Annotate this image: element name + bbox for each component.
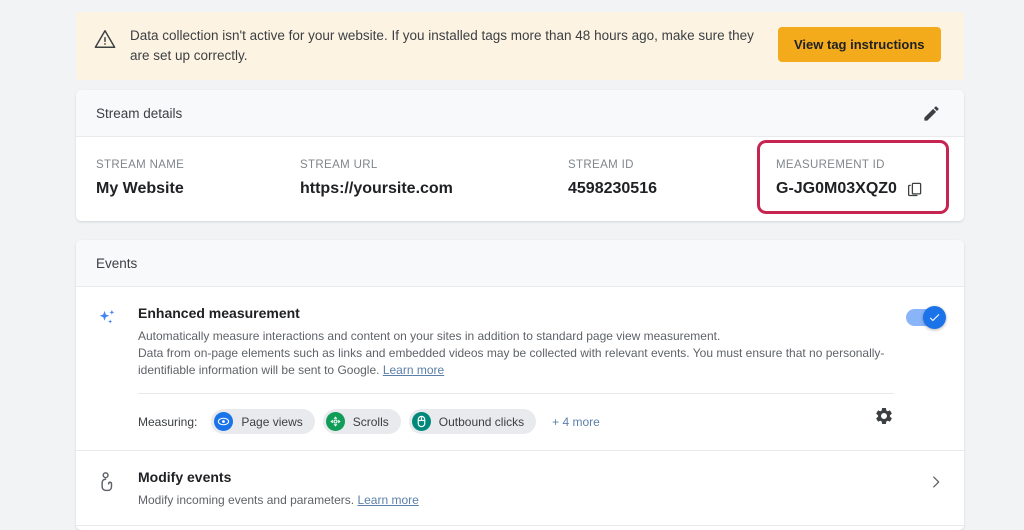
stream-details-header: Stream details [76,90,964,137]
enhanced-measurement-main: Enhanced measurement Automatically measu… [138,305,894,434]
banner-message: Data collection isn't active for your we… [130,28,754,63]
stream-id-column: STREAM ID 4598230516 [548,159,756,221]
chip-scrolls[interactable]: Scrolls [322,409,401,434]
enhanced-measurement-learn-more-link[interactable]: Learn more [383,363,444,377]
modify-events-chevron-wrap [916,469,944,509]
modify-events-learn-more-link[interactable]: Learn more [357,493,418,507]
enhanced-measurement-title: Enhanced measurement [138,305,300,321]
measuring-chips-row: Measuring: Page views Scrolls Outbound c… [138,394,894,434]
mouse-icon [411,412,431,431]
measurement-id-value: G-JG0M03XQZ0 [776,180,897,197]
warning-triangle-icon [94,28,116,50]
modify-events-row[interactable]: Modify events Modify incoming events and… [76,451,964,526]
events-header: Events [76,240,964,287]
stream-details-columns: STREAM NAME My Website STREAM URL https:… [76,137,964,221]
chip-page-views[interactable]: Page views [211,409,315,434]
stream-name-label: STREAM NAME [96,159,185,171]
measurement-id-label: MEASUREMENT ID [776,159,885,171]
more-chips-link[interactable]: + 4 more [552,415,600,429]
measurement-id-column: MEASUREMENT ID G-JG0M03XQZ0 [756,159,964,221]
measurement-id-value-row: G-JG0M03XQZ0 [776,180,964,198]
tap-hand-icon [96,469,120,509]
enhanced-measurement-description: Automatically measure interactions and c… [138,328,894,379]
enhanced-measurement-row: Enhanced measurement Automatically measu… [76,287,964,451]
chip-outbound-clicks-label: Outbound clicks [438,414,525,429]
pencil-icon[interactable] [918,100,944,126]
chip-page-views-label: Page views [241,414,303,429]
stream-url-value: https://yoursite.com [300,180,453,197]
enhanced-measurement-toggle-wrap [894,305,946,434]
stream-url-label: STREAM URL [300,159,378,171]
stream-details-title: Stream details [96,105,183,121]
modify-events-title: Modify events [138,469,232,485]
view-tag-instructions-button[interactable]: View tag instructions [778,27,941,62]
enhanced-measurement-desc-line1: Automatically measure interactions and c… [138,329,721,343]
chip-scrolls-label: Scrolls [352,414,389,429]
stream-url-column: STREAM URL https://yoursite.com [280,159,548,221]
sparkle-icon [96,305,120,434]
toggle-knob-check-icon [923,306,946,329]
enhanced-measurement-toggle[interactable] [906,306,946,329]
create-custom-events-row[interactable]: Create custom events Create new events f… [76,526,964,530]
modify-events-main: Modify events Modify incoming events and… [138,469,916,509]
copy-icon[interactable] [906,180,924,198]
stream-id-label: STREAM ID [568,159,634,171]
stream-id-value: 4598230516 [568,180,657,197]
eye-icon [214,412,234,431]
chip-outbound-clicks[interactable]: Outbound clicks [408,409,537,434]
events-title: Events [96,255,138,271]
stream-name-value: My Website [96,180,184,197]
events-card: Events Enhanced measurement Automaticall… [76,240,964,530]
scroll-arrows-icon [325,412,345,431]
gear-icon[interactable] [874,406,894,431]
modify-events-description: Modify incoming events and parameters. L… [138,492,916,509]
enhanced-measurement-desc-line2: Data from on-page elements such as links… [138,346,885,377]
data-collection-warning-banner: Data collection isn't active for your we… [76,12,964,80]
chevron-right-icon[interactable] [928,473,944,493]
measuring-label: Measuring: [138,414,198,429]
stream-name-column: STREAM NAME My Website [76,159,280,221]
stream-details-card: Stream details STREAM NAME My Website ST… [76,90,964,221]
stream-details-page: Data collection isn't active for your we… [0,0,1024,530]
modify-events-desc: Modify incoming events and parameters. [138,493,355,507]
